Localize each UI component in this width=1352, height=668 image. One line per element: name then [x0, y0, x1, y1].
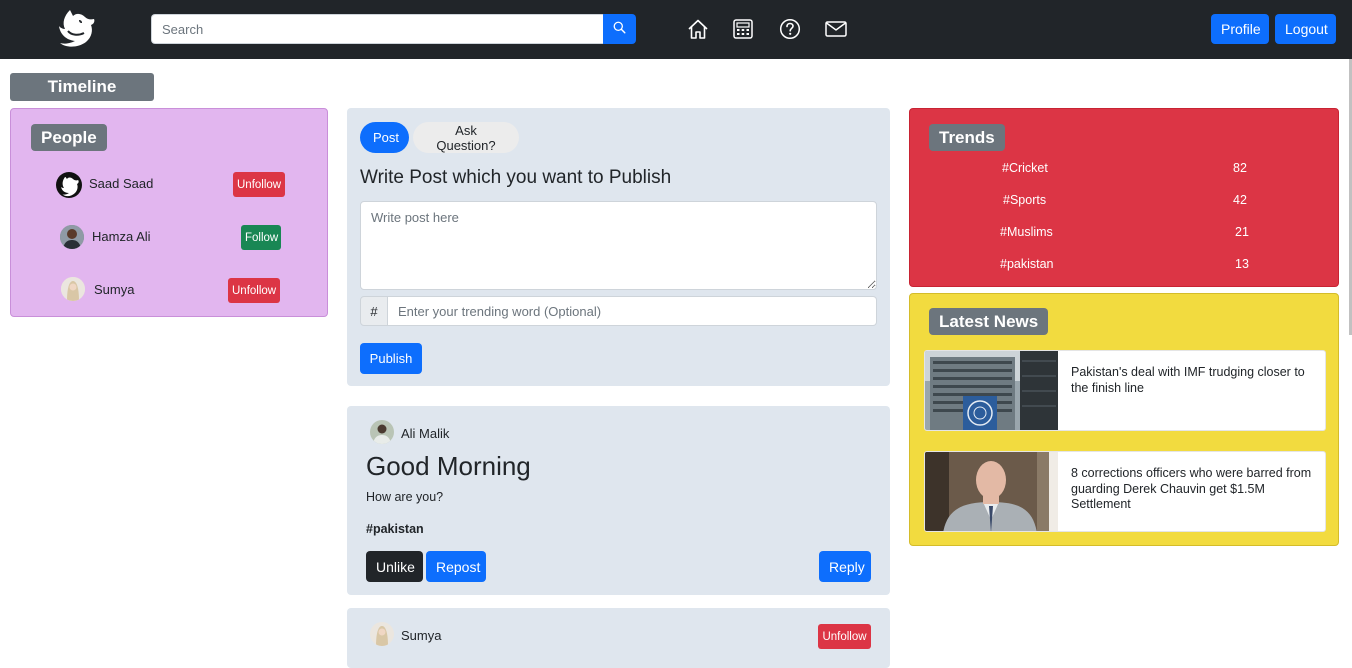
home-icon[interactable]: [686, 17, 710, 41]
profile-button[interactable]: Profile: [1211, 14, 1269, 44]
post-hashtag[interactable]: #pakistan: [366, 522, 424, 536]
follow-button[interactable]: Follow: [241, 225, 281, 250]
post-card: Sumya Unfollow: [347, 608, 890, 668]
news-card[interactable]: 8 corrections officers who were barred f…: [924, 451, 1326, 532]
post-composer: Post Ask Question? Write Post which you …: [347, 108, 890, 386]
post-card: Ali Malik Good Morning How are you? #pak…: [347, 406, 890, 595]
logout-button[interactable]: Logout: [1275, 14, 1336, 44]
trend-count: 82: [1233, 161, 1247, 175]
hash-prefix: #: [360, 296, 388, 326]
trends-panel: Trends #Cricket 82 #Sports 42 #Muslims 2…: [909, 108, 1339, 287]
unfollow-button[interactable]: Unfollow: [228, 278, 280, 303]
composer-heading: Write Post which you want to Publish: [360, 167, 672, 188]
list-item: Sumya Unfollow: [11, 277, 329, 307]
help-icon[interactable]: [778, 17, 802, 41]
trend-tag[interactable]: #Muslims: [1000, 225, 1053, 239]
unfollow-button[interactable]: Unfollow: [233, 172, 285, 197]
search-input[interactable]: [151, 14, 603, 44]
news-thumbnail: [925, 452, 1058, 531]
avatar: [56, 172, 82, 198]
avatar: [61, 277, 85, 301]
avatar: [370, 420, 394, 444]
trend-tag[interactable]: #Sports: [1003, 193, 1046, 207]
people-panel: People Saad Saad Unfollow Hamza Ali Foll…: [10, 108, 328, 317]
trending-word-group: #: [360, 296, 877, 326]
people-title: People: [31, 124, 107, 151]
trend-count: 21: [1235, 225, 1249, 239]
person-name[interactable]: Hamza Ali: [92, 229, 151, 244]
avatar: [370, 622, 394, 646]
post-author[interactable]: Sumya: [401, 628, 441, 643]
mail-icon[interactable]: [824, 17, 848, 41]
news-card[interactable]: Pakistan's deal with IMF trudging closer…: [924, 350, 1326, 431]
reply-button[interactable]: Reply: [819, 551, 871, 582]
trend-count: 42: [1233, 193, 1247, 207]
person-name[interactable]: Saad Saad: [89, 176, 153, 191]
repost-button[interactable]: Repost: [426, 551, 486, 582]
trend-item[interactable]: #pakistan 13: [910, 257, 1340, 277]
trend-item[interactable]: #Cricket 82: [910, 161, 1340, 181]
calculator-icon[interactable]: [731, 17, 755, 41]
publish-button[interactable]: Publish: [360, 343, 422, 374]
tab-ask-question[interactable]: Ask Question?: [413, 122, 519, 153]
trend-count: 13: [1235, 257, 1249, 271]
search-icon: [613, 21, 626, 37]
list-item: Hamza Ali Follow: [11, 224, 329, 254]
post-title: Good Morning: [366, 451, 531, 481]
search-button[interactable]: [603, 14, 636, 44]
trends-title: Trends: [929, 124, 1005, 151]
person-name[interactable]: Sumya: [94, 282, 134, 297]
post-author[interactable]: Ali Malik: [401, 426, 449, 441]
avatar: [60, 225, 84, 249]
timeline-label: Timeline: [10, 73, 154, 101]
news-headline[interactable]: Pakistan's deal with IMF trudging closer…: [1071, 365, 1316, 396]
trend-item[interactable]: #Sports 42: [910, 193, 1340, 213]
list-item: Saad Saad Unfollow: [11, 171, 329, 201]
unfollow-button[interactable]: Unfollow: [818, 624, 871, 649]
latest-news-title: Latest News: [929, 308, 1049, 335]
trending-word-input[interactable]: [388, 296, 877, 326]
top-navbar: Profile Logout: [0, 0, 1352, 59]
post-body: How are you?: [366, 490, 444, 504]
trend-item[interactable]: #Muslims 21: [910, 225, 1340, 245]
news-headline[interactable]: 8 corrections officers who were barred f…: [1071, 466, 1316, 513]
latest-news-panel: Latest News Pakistan's deal with IMF tru…: [909, 293, 1339, 546]
search-bar: [151, 14, 636, 44]
trend-tag[interactable]: #pakistan: [1000, 257, 1054, 271]
news-thumbnail: [925, 351, 1058, 430]
unlike-button[interactable]: Unlike: [366, 551, 423, 582]
trend-tag[interactable]: #Cricket: [1002, 161, 1048, 175]
logo-icon[interactable]: [56, 7, 96, 49]
tab-post[interactable]: Post: [360, 122, 409, 153]
post-textarea[interactable]: [360, 201, 877, 290]
